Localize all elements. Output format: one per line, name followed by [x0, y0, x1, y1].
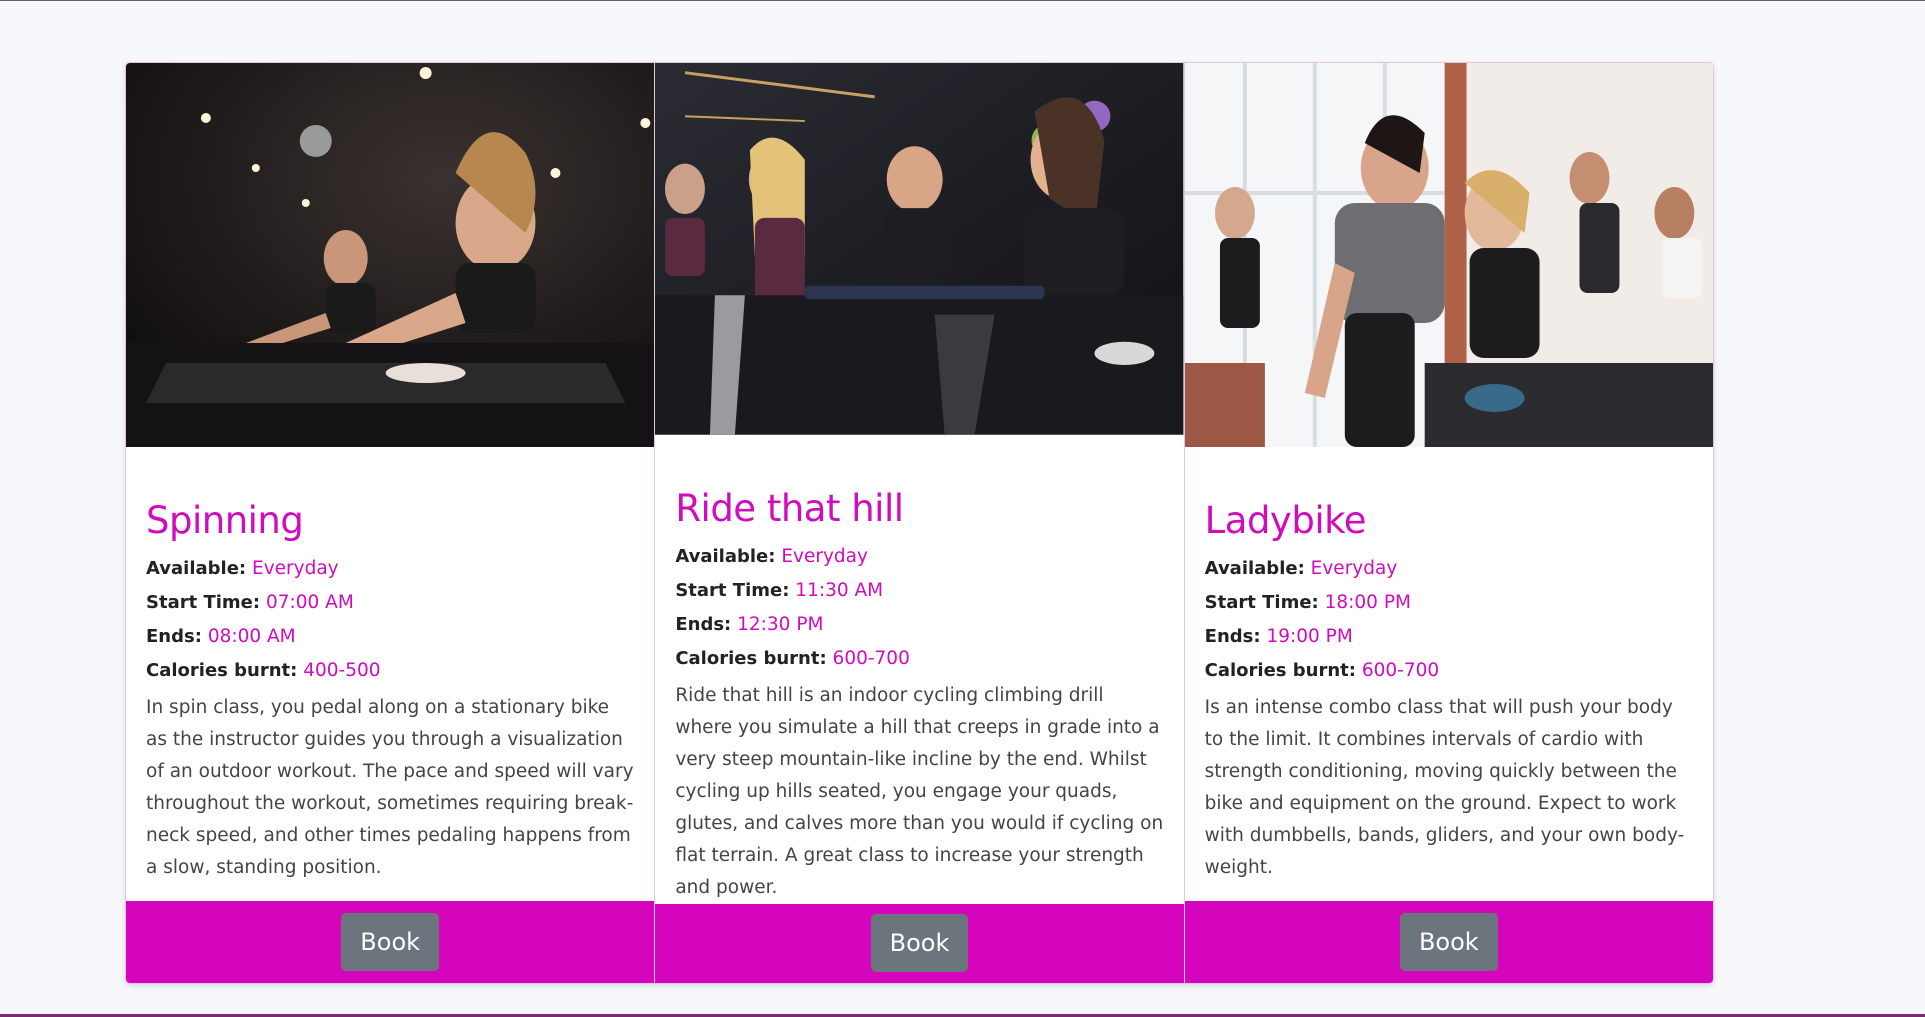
ends-label: Ends:: [1204, 626, 1261, 647]
calories-row: Calories burnt: 400-500: [146, 654, 634, 688]
ends-label: Ends:: [675, 613, 732, 635]
available-label: Available:: [1204, 558, 1305, 579]
calories-value: 400-500: [303, 660, 381, 681]
class-card-spinning: Spinning Available: Everyday Start Time:…: [126, 63, 656, 983]
book-button-spinning[interactable]: Book: [341, 913, 440, 971]
class-description: Ride that hill is an indoor cycling clim…: [675, 684, 1164, 898]
calories-label: Calories burnt:: [675, 647, 827, 669]
available-value: Everyday: [781, 545, 868, 567]
start-time-label: Start Time:: [1204, 592, 1319, 613]
class-card-ladybike: Ladybike Available: Everyday Start Time:…: [1184, 63, 1713, 983]
available-row: Available: Everyday: [146, 552, 634, 586]
ends-row: Ends: 19:00 PM: [1205, 620, 1693, 654]
book-button-ride-that-hill[interactable]: Book: [870, 914, 969, 973]
card-footer: Book: [655, 903, 1184, 983]
ends-value: 19:00 PM: [1266, 626, 1353, 647]
available-value: Everyday: [252, 558, 339, 579]
class-card-body: Ladybike Available: Everyday Start Time:…: [1185, 447, 1713, 901]
class-image-spinning: [126, 63, 655, 447]
available-row: Available: Everyday: [1205, 552, 1693, 586]
calories-row: Calories burnt: 600-700: [1205, 654, 1693, 688]
available-label: Available:: [675, 545, 776, 567]
start-time-row: Start Time: 07:00 AM: [146, 586, 634, 620]
start-time-row: Start Time: 11:30 AM: [675, 574, 1163, 608]
class-title: Spinning: [146, 499, 304, 542]
available-label: Available:: [146, 558, 247, 579]
start-time-value: 07:00 AM: [265, 592, 354, 613]
start-time-label: Start Time:: [146, 592, 261, 613]
book-button-ladybike[interactable]: Book: [1399, 913, 1498, 971]
class-card-ride-that-hill: Ride that hill Available: Everyday Start…: [655, 63, 1185, 983]
ends-value: 12:30 PM: [737, 613, 824, 635]
available-row: Available: Everyday: [675, 540, 1163, 574]
class-card-deck: Spinning Available: Everyday Start Time:…: [125, 62, 1714, 984]
calories-value: 600-700: [832, 647, 910, 669]
start-time-label: Start Time:: [675, 579, 790, 601]
ends-row: Ends: 12:30 PM: [675, 608, 1163, 642]
class-description: In spin class, you pedal along on a stat…: [146, 697, 634, 878]
ends-value: 08:00 AM: [207, 626, 296, 647]
start-time-value: 11:30 AM: [795, 579, 884, 601]
class-description: Is an intense combo class that will push…: [1204, 697, 1685, 878]
start-time-value: 18:00 PM: [1324, 592, 1411, 613]
available-value: Everyday: [1310, 558, 1398, 579]
class-image-ride-that-hill: [655, 63, 1184, 435]
ends-label: Ends:: [146, 626, 202, 647]
class-image-ladybike: [1184, 63, 1713, 447]
card-footer: Book: [126, 901, 655, 983]
calories-label: Calories burnt:: [146, 660, 298, 681]
class-card-body: Spinning Available: Everyday Start Time:…: [126, 447, 654, 901]
start-time-row: Start Time: 18:00 PM: [1205, 586, 1693, 620]
calories-row: Calories burnt: 600-700: [675, 642, 1163, 676]
class-title: Ride that hill: [675, 486, 904, 530]
calories-label: Calories burnt:: [1204, 660, 1356, 681]
calories-value: 600-700: [1361, 660, 1440, 681]
ends-row: Ends: 08:00 AM: [146, 620, 634, 654]
class-title: Ladybike: [1204, 499, 1367, 542]
class-card-body: Ride that hill Available: Everyday Start…: [655, 435, 1183, 904]
card-footer: Book: [1184, 901, 1713, 983]
